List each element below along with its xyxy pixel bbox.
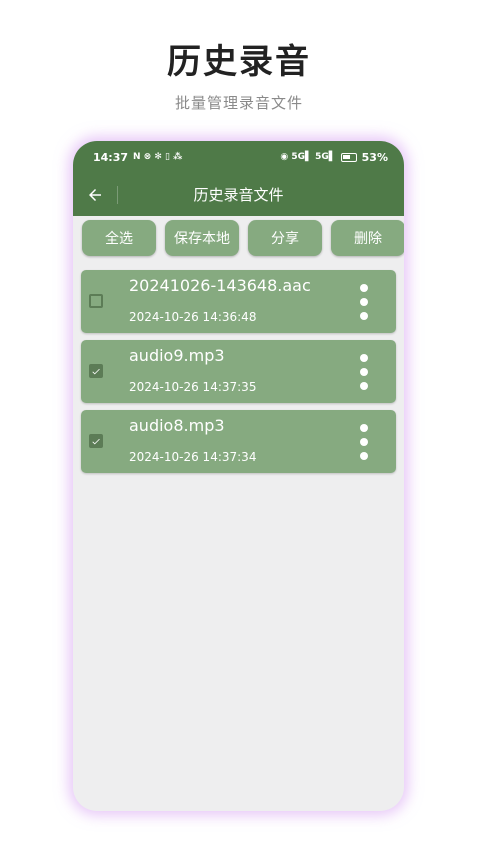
phone-screen: 14:37 N ⊗ ✻ ▯ ⁂ ◉ 5G▌ 5G▌ 53% 历史录音文件 全选 …	[73, 141, 404, 811]
file-checkbox[interactable]	[89, 364, 103, 378]
file-date: 2024-10-26 14:37:34	[129, 450, 257, 464]
page-title: 历史录音文件	[193, 186, 284, 204]
more-options-button[interactable]	[352, 354, 376, 390]
checkmark-icon	[92, 438, 100, 444]
promo-subtitle: 批量管理录音文件	[174, 94, 303, 112]
file-checkbox[interactable]	[89, 434, 103, 448]
signal-icons: ◉ 5G▌ 5G▌	[280, 152, 336, 162]
battery-icon	[340, 152, 357, 162]
select-all-button[interactable]: 全选	[82, 220, 156, 256]
file-item[interactable]: 20241026-143648.aac 2024-10-26 14:36:48	[81, 270, 396, 333]
battery-percent: 53%	[361, 150, 388, 164]
more-options-button[interactable]	[352, 284, 376, 320]
checkmark-icon	[92, 368, 100, 374]
title-divider	[117, 185, 118, 204]
file-date: 2024-10-26 14:36:48	[129, 310, 257, 324]
back-button[interactable]	[73, 173, 117, 216]
file-list: 20241026-143648.aac 2024-10-26 14:36:48 …	[73, 258, 404, 473]
promo-title: 历史录音	[167, 42, 311, 82]
more-vertical-icon	[360, 424, 368, 432]
file-name: audio9.mp3	[129, 346, 225, 365]
share-button[interactable]: 分享	[248, 220, 322, 256]
more-options-button[interactable]	[352, 424, 376, 460]
status-bar: 14:37 N ⊗ ✻ ▯ ⁂ ◉ 5G▌ 5G▌ 53%	[73, 141, 404, 173]
file-checkbox[interactable]	[89, 294, 103, 308]
status-notification-icons: N ⊗ ✻ ▯ ⁂	[133, 152, 183, 162]
title-bar: 历史录音文件	[73, 173, 404, 216]
save-local-button[interactable]: 保存本地	[165, 220, 239, 256]
status-right: ◉ 5G▌ 5G▌ 53%	[280, 151, 388, 164]
app-bar: 14:37 N ⊗ ✻ ▯ ⁂ ◉ 5G▌ 5G▌ 53% 历史录音文件	[73, 141, 404, 216]
action-toolbar: 全选 保存本地 分享 删除	[73, 216, 404, 258]
file-item[interactable]: audio8.mp3 2024-10-26 14:37:34	[81, 410, 396, 473]
file-name: audio8.mp3	[129, 416, 225, 435]
file-date: 2024-10-26 14:37:35	[129, 380, 257, 394]
more-vertical-icon	[360, 284, 368, 292]
status-left: 14:37 N ⊗ ✻ ▯ ⁂	[93, 151, 182, 164]
file-item[interactable]: audio9.mp3 2024-10-26 14:37:35	[81, 340, 396, 403]
file-name: 20241026-143648.aac	[129, 276, 311, 295]
status-time: 14:37	[93, 150, 129, 164]
more-vertical-icon	[360, 354, 368, 362]
arrow-left-icon	[89, 188, 101, 201]
delete-button[interactable]: 删除	[331, 220, 404, 256]
